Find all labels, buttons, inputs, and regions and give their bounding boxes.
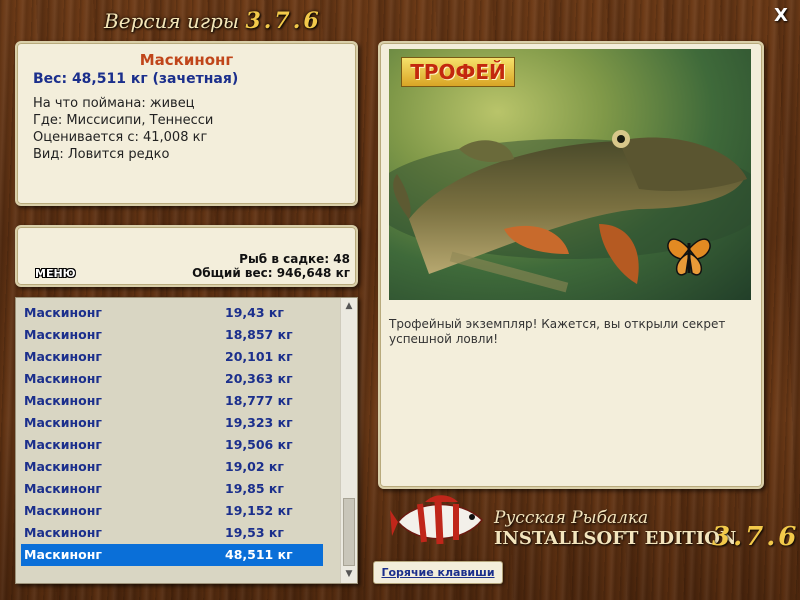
catch-row-fish-name: Маскинонг	[24, 547, 102, 562]
catch-row-fish-name: Маскинонг	[24, 437, 102, 452]
catch-list-row[interactable]: Маскинонг 48,511 кг	[21, 544, 323, 566]
scroll-thumb[interactable]	[343, 498, 355, 566]
total-weight: Общий вес: 946,648 кг	[192, 266, 350, 280]
trophy-badge: ТРОФЕЙ	[401, 57, 515, 87]
close-icon[interactable]: X	[772, 7, 790, 25]
catch-stats-panel: МЕНЮ Рыб в садке: 48 Общий вес: 946,648 …	[15, 225, 358, 287]
catch-row-weight: 20,363 кг	[225, 371, 293, 386]
catch-list: Маскинонг 19,43 кг Маскинонг 18,857 кг Маски…	[15, 297, 358, 584]
fish-min-weight: Оценивается с: 41,008 кг	[33, 130, 208, 145]
catch-row-weight: 18,777 кг	[225, 393, 293, 408]
window-title-text: Версия игры	[104, 9, 240, 33]
scroll-down-icon[interactable]: ▼	[341, 566, 357, 583]
fish-rarity: Вид: Ловится редко	[33, 147, 170, 162]
fish-bait: На что поймана: живец	[33, 96, 195, 111]
catch-row-fish-name: Маскинонг	[24, 525, 102, 540]
catch-list-row[interactable]: Маскинонг 19,152 кг	[21, 500, 323, 522]
menu-button[interactable]: МЕНЮ	[35, 267, 76, 280]
catch-row-fish-name: Маскинонг	[24, 305, 102, 320]
catch-row-weight: 48,511 кг	[225, 547, 293, 562]
catch-row-weight: 19,152 кг	[225, 503, 293, 518]
catch-list-row[interactable]: Маскинонг 20,363 кг	[21, 368, 323, 390]
catch-row-fish-name: Маскинонг	[24, 481, 102, 496]
trophy-description: Трофейный экземпляр! Кажется, вы открыли…	[389, 317, 726, 346]
brand-line-1: Русская Рыбалка	[494, 508, 649, 528]
catch-list-row[interactable]: Маскинонг 18,777 кг	[21, 390, 323, 412]
catch-row-weight: 19,323 кг	[225, 415, 293, 430]
scroll-up-icon[interactable]: ▲	[341, 298, 357, 315]
window-title: Версия игры 3.7.6	[104, 8, 322, 34]
hotkeys-button[interactable]: Горячие клавиши	[373, 561, 503, 584]
fish-name: Маскинонг	[139, 51, 234, 69]
catch-row-weight: 20,101 кг	[225, 349, 293, 364]
catch-list-row[interactable]: Маскинонг 19,323 кг	[21, 412, 323, 434]
catch-row-weight: 19,85 кг	[225, 481, 284, 496]
catch-row-weight: 19,506 кг	[225, 437, 293, 452]
catch-list-row[interactable]: Маскинонг 19,02 кг	[21, 456, 323, 478]
fish-photo: ТРОФЕЙ	[389, 49, 751, 300]
catch-list-row[interactable]: Маскинонг 19,53 кг	[21, 522, 323, 544]
catch-list-row[interactable]: Маскинонг 19,43 кг	[21, 302, 323, 324]
catch-list-rows: Маскинонг 19,43 кг Маскинонг 18,857 кг Маски…	[21, 302, 323, 566]
catch-row-weight: 18,857 кг	[225, 327, 293, 342]
catch-row-fish-name: Маскинонг	[24, 327, 102, 342]
brand-block: Русская Рыбалка INSTALLSOFT EDITION 3.7.…	[390, 492, 796, 552]
brand-line-2: INSTALLSOFT EDITION	[494, 528, 737, 549]
brand-version: 3.7.6	[712, 522, 800, 552]
catch-row-fish-name: Маскинонг	[24, 459, 102, 474]
perch-logo-icon	[390, 495, 483, 545]
trophy-panel: ТРОФЕЙ Трофейный экземпляр! Кажется, вы …	[378, 41, 764, 489]
catch-row-fish-name: Маскинонг	[24, 371, 102, 386]
catch-row-weight: 19,53 кг	[225, 525, 284, 540]
catch-row-fish-name: Маскинонг	[24, 393, 102, 408]
list-scrollbar[interactable]: ▲ ▼	[340, 298, 357, 583]
fish-count: Рыб в садке: 48	[239, 252, 350, 266]
catch-list-row[interactable]: Маскинонг 20,101 кг	[21, 346, 323, 368]
catch-row-weight: 19,02 кг	[225, 459, 284, 474]
catch-row-fish-name: Маскинонг	[24, 415, 102, 430]
catch-row-fish-name: Маскинонг	[24, 349, 102, 364]
catch-row-fish-name: Маскинонг	[24, 503, 102, 518]
catch-list-row[interactable]: Маскинонг 19,85 кг	[21, 478, 323, 500]
catch-list-row[interactable]: Маскинонг 18,857 кг	[21, 324, 323, 346]
catch-row-weight: 19,43 кг	[225, 305, 284, 320]
catch-list-row[interactable]: Маскинонг 19,506 кг	[21, 434, 323, 456]
fish-location: Где: Миссисипи, Теннесси	[33, 113, 214, 128]
fish-weight: Вес: 48,511 кг (зачетная)	[33, 71, 239, 87]
window-title-version: 3.7.6	[245, 8, 322, 34]
fish-info-panel: Маскинонг Вес: 48,511 кг (зачетная) На ч…	[15, 41, 358, 206]
